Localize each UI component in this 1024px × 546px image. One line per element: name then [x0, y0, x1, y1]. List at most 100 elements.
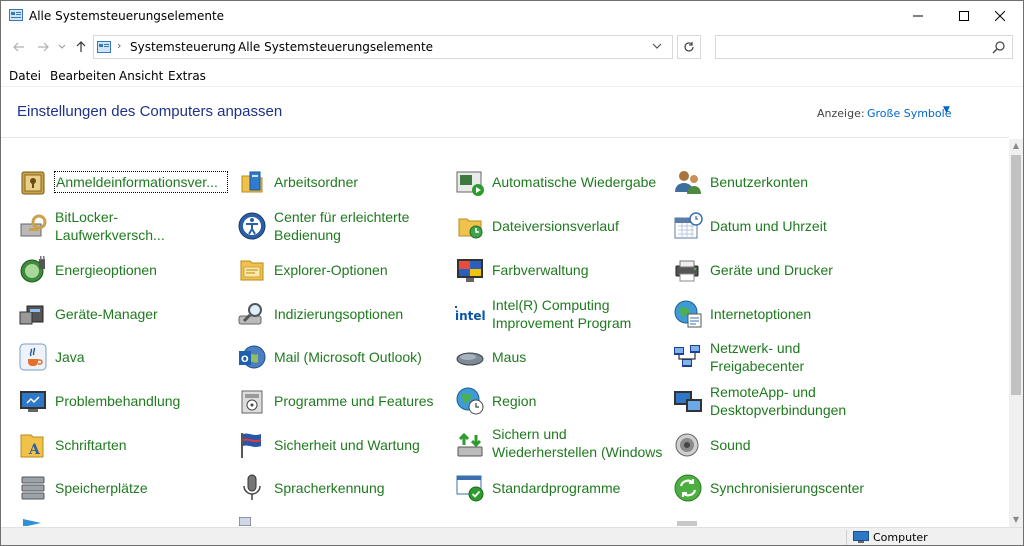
sound-icon: [675, 433, 699, 457]
search-input[interactable]: [715, 35, 1013, 59]
cp-item-speech-recognition[interactable]: Spracherkennung: [236, 468, 446, 508]
cp-item-backup-restore[interactable]: Sichern und Wiederherstellen (Windows 7): [454, 425, 664, 465]
cp-item-mail[interactable]: O Mail (Microsoft Outlook): [236, 337, 446, 377]
cp-item-label: Standardprogramme: [492, 480, 621, 496]
cp-item-label: Maus: [492, 349, 527, 365]
cp-item-credential-manager[interactable]: Anmeldeinformationsver...: [17, 162, 228, 202]
menu-ansicht[interactable]: Ansicht: [119, 69, 163, 83]
caret-down-icon[interactable]: ▼: [943, 105, 950, 115]
title-bar[interactable]: Alle Systemsteuerungselemente: [1, 1, 1023, 31]
cp-item-java[interactable]: Java: [17, 337, 227, 377]
cp-item-label: Internetoptionen: [710, 306, 812, 322]
cp-item-explorer-options[interactable]: Explorer-Optionen: [236, 250, 446, 290]
minimize-button[interactable]: [895, 1, 941, 31]
menu-bar: Datei Bearbeiten Ansicht Extras: [1, 65, 1023, 87]
cp-item-sync-center[interactable]: Synchronisierungscenter: [672, 468, 882, 508]
cp-item-internet-options[interactable]: Internetoptionen: [672, 294, 882, 334]
cp-item-device-manager[interactable]: Geräte-Manager: [17, 294, 227, 334]
cp-item-label: Sound: [710, 437, 751, 453]
breadcrumb-separator-icon[interactable]: ›: [117, 39, 121, 52]
cp-item-label: Energieoptionen: [55, 262, 157, 278]
search-icon[interactable]: [992, 40, 1006, 54]
menu-bearbeiten[interactable]: Bearbeiten: [50, 69, 116, 83]
svg-text:A: A: [28, 442, 41, 458]
breadcrumb-item[interactable]: Alle Systemsteuerungselemente: [238, 40, 433, 54]
cp-item-devices-printers[interactable]: Geräte und Drucker: [672, 250, 882, 290]
cp-item-security-maintenance[interactable]: Sicherheit und Wartung: [236, 425, 446, 465]
cp-item-label: Netzwerk- und Freigabecenter: [710, 340, 805, 374]
cp-item-bitlocker[interactable]: BitLocker-Laufwerkversch...: [17, 206, 227, 246]
cp-item-power-options[interactable]: Energieoptionen: [17, 250, 227, 290]
cp-item-autoplay[interactable]: Automatische Wiedergabe: [454, 162, 664, 202]
maximize-icon: [959, 11, 969, 21]
cp-item-storage-spaces[interactable]: Speicherplätze: [17, 468, 227, 508]
cp-item-label: Indizierungsoptionen: [274, 306, 404, 322]
network-sharing-icon: [674, 345, 700, 367]
address-bar[interactable]: › Systemsteuerung › Alle Systemsteuerung…: [93, 35, 673, 59]
view-by-label: Anzeige:: [817, 107, 865, 120]
java-icon: [19, 343, 47, 371]
forward-button[interactable]: [35, 39, 51, 55]
cp-item-label: Geräte-Manager: [55, 306, 158, 322]
cp-item-label: Explorer-Optionen: [274, 262, 388, 278]
svg-text:intel: intel: [455, 309, 486, 323]
cp-item-default-programs[interactable]: Standardprogramme: [454, 468, 664, 508]
breadcrumb-separator-icon[interactable]: ›: [225, 39, 229, 52]
cp-item-user-accounts[interactable]: Benutzerkonten: [672, 162, 882, 202]
header-divider: [1, 137, 1009, 138]
recent-locations-button[interactable]: [57, 39, 67, 55]
cp-item-fonts[interactable]: A Schriftarten: [17, 425, 227, 465]
cp-item-mouse[interactable]: Maus: [454, 337, 664, 377]
cp-item-date-time[interactable]: Datum und Uhrzeit: [672, 206, 882, 246]
breadcrumb-item[interactable]: Systemsteuerung: [130, 40, 236, 54]
cp-item-label: Region: [492, 393, 537, 409]
minimize-icon: [913, 15, 923, 17]
page-title: Einstellungen des Computers anpassen: [17, 103, 283, 120]
cp-item-label: RemoteApp- und Desktopverbindungen: [710, 384, 847, 418]
cp-item-network-sharing[interactable]: Netzwerk- und Freigabecenter: [672, 337, 882, 377]
scrollbar-thumb[interactable]: [1011, 155, 1021, 395]
computer-icon: [853, 531, 869, 543]
cp-item-intel[interactable]: intel Intel(R) Computing Improvement Pro…: [454, 294, 664, 334]
intel-icon: intel: [455, 306, 486, 323]
scroll-down-arrow-icon[interactable]: ▼: [1009, 513, 1023, 527]
default-programs-icon: [456, 475, 484, 502]
ease-of-access-icon: [238, 212, 266, 240]
cp-item-region[interactable]: Region: [454, 381, 664, 421]
cp-item-label: Dateiversionsverlauf: [492, 218, 619, 234]
menu-datei[interactable]: Datei: [9, 69, 41, 83]
cp-item-label: Problembehandlung: [55, 393, 181, 409]
refresh-button[interactable]: [677, 35, 701, 59]
cp-item-file-history[interactable]: Dateiversionsverlauf: [454, 206, 664, 246]
cp-item-programs-features[interactable]: Programme und Features: [236, 381, 446, 421]
up-button[interactable]: [73, 39, 89, 55]
status-bar: Computer: [1, 527, 1023, 545]
programs-features-icon: [241, 390, 263, 414]
mail-icon: O: [239, 345, 266, 369]
status-text: Computer: [873, 531, 928, 544]
cp-item-label: Arbeitsordner: [274, 174, 359, 190]
cp-item-label: BitLocker-Laufwerkversch...: [55, 209, 165, 243]
cp-item-ease-of-access[interactable]: Center für erleichterte Bedienung: [236, 206, 446, 246]
address-dropdown-button[interactable]: [652, 40, 662, 53]
back-button[interactable]: [11, 39, 27, 55]
fonts-icon: A: [20, 434, 44, 458]
status-divider: [846, 530, 847, 545]
cp-item-indexing-options[interactable]: Indizierungsoptionen: [236, 294, 446, 334]
close-button[interactable]: [977, 1, 1023, 31]
menu-extras[interactable]: Extras: [168, 69, 206, 83]
cp-item-troubleshooting[interactable]: Problembehandlung: [17, 381, 227, 421]
navigation-bar: › Systemsteuerung › Alle Systemsteuerung…: [1, 31, 1023, 63]
credential-manager-icon: [21, 171, 45, 195]
control-panel-items: Anmeldeinformationsver... Arbeitsordner …: [1, 141, 1009, 526]
view-by-dropdown[interactable]: Große Symbole: [867, 107, 951, 120]
cp-item-sound[interactable]: Sound: [672, 425, 882, 465]
vertical-scrollbar[interactable]: ▲ ▼: [1009, 139, 1023, 527]
cp-item-label: Java: [55, 349, 85, 365]
cp-item-remoteapp[interactable]: RemoteApp- und Desktopverbindungen: [672, 381, 882, 421]
remoteapp-icon: [674, 391, 702, 412]
scroll-up-arrow-icon[interactable]: ▲: [1009, 139, 1023, 153]
cp-item-color-management[interactable]: Farbverwaltung: [454, 250, 664, 290]
color-management-icon: [457, 259, 483, 282]
cp-item-work-folders[interactable]: Arbeitsordner: [236, 162, 446, 202]
